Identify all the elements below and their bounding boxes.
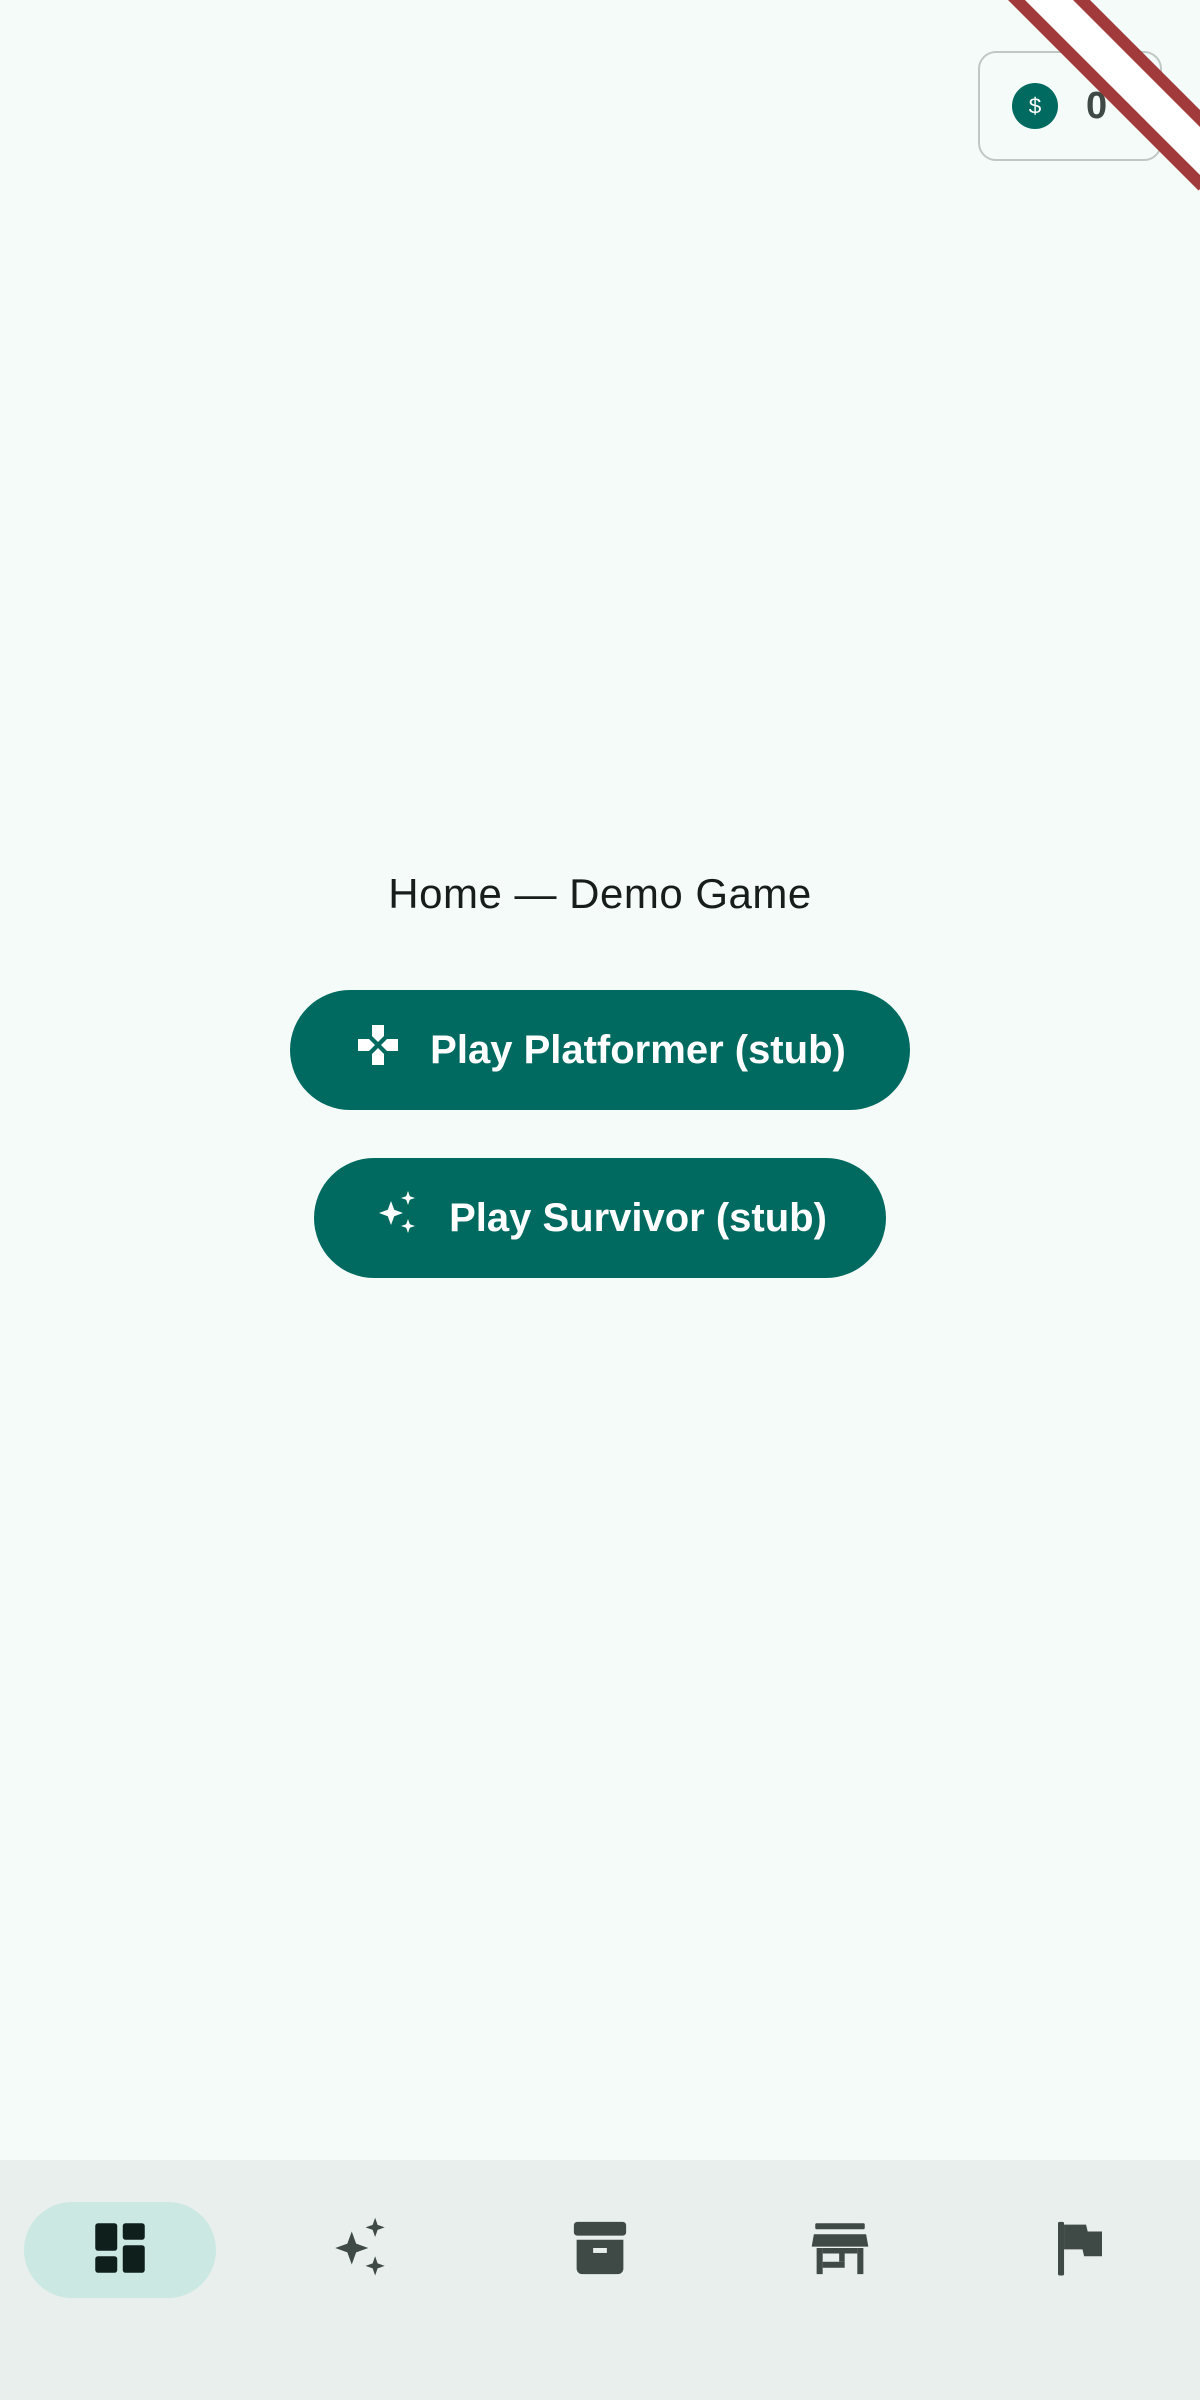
coins-chip[interactable]: $ 0 [978,51,1162,161]
store-icon [807,2215,873,2286]
play-survivor-button[interactable]: Play Survivor (stub) [314,1158,886,1278]
nav-item-archive[interactable] [480,2160,720,2400]
svg-text:$: $ [1029,94,1042,119]
sparkles-icon [327,2215,393,2286]
page-title: Home — Demo Game [388,870,812,917]
nav-item-dashboard[interactable] [0,2160,240,2400]
sparkles-icon [373,1189,421,1247]
coin-count: 0 [1086,84,1108,127]
archive-icon [567,2215,633,2286]
play-survivor-label: Play Survivor (stub) [449,1195,827,1240]
bottom-navigation [0,2160,1200,2400]
dashboard-icon [87,2215,153,2286]
flag-icon [1047,2215,1113,2286]
nav-item-sparkles[interactable] [240,2160,480,2400]
nav-item-flag[interactable] [960,2160,1200,2400]
play-platformer-label: Play Platformer (stub) [430,1027,846,1072]
gamepad-icon [354,1021,402,1079]
play-platformer-button[interactable]: Play Platformer (stub) [290,990,910,1110]
nav-item-store[interactable] [720,2160,960,2400]
nav-active-indicator [24,2202,216,2298]
dollar-coin-icon: $ [1012,83,1058,129]
